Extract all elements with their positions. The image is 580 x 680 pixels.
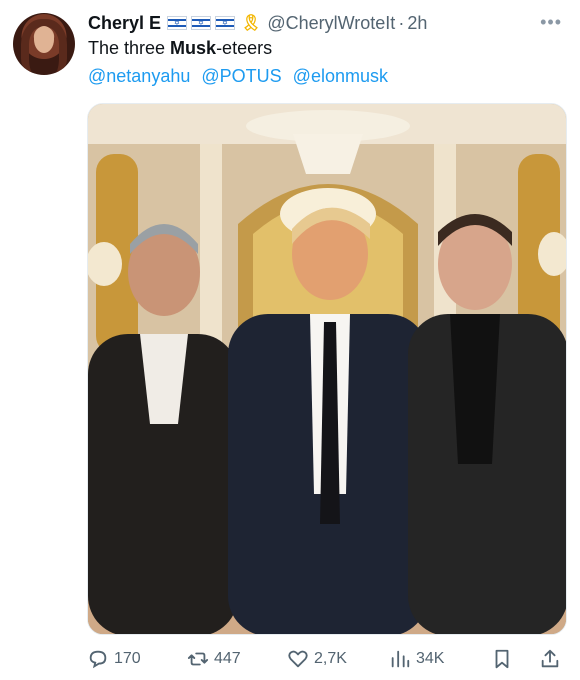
action-bar: 170 447 2,7K 34K (87, 648, 567, 674)
israel-flag-icon: ✡ (191, 16, 212, 30)
avatar-face (34, 26, 54, 53)
author-handle[interactable]: @CherylWroteIt (267, 13, 395, 34)
tweet: Cheryl E ✡ ✡ ✡ 🎗 @CherylWroteIt · 2h •••… (0, 0, 580, 680)
repost-button[interactable]: 447 (187, 648, 241, 670)
view-count: 34K (416, 650, 445, 667)
israel-flag-icon: ✡ (215, 16, 236, 30)
views-icon (391, 650, 410, 668)
timestamp[interactable]: 2h (407, 13, 427, 34)
tweet-text: The three Musk-eteers (88, 38, 272, 59)
repost-icon (187, 652, 209, 666)
tweet-text-bold: Musk (170, 38, 217, 58)
tweet-text-part: The three (88, 38, 171, 58)
more-options-icon[interactable]: ••• (540, 12, 562, 33)
author-name[interactable]: Cheryl E (88, 13, 161, 34)
bookmark-icon (495, 649, 509, 669)
photo-illustration (88, 104, 566, 634)
mention-link[interactable]: @POTUS (201, 66, 281, 86)
share-button[interactable] (539, 648, 561, 670)
tweet-photo[interactable] (87, 103, 567, 635)
separator: · (398, 12, 405, 33)
views-button[interactable]: 34K (389, 648, 444, 670)
heart-icon (288, 650, 308, 668)
like-button[interactable]: 2,7K (287, 648, 347, 670)
israel-flag-icon: ✡ (167, 16, 188, 30)
tweet-header: Cheryl E ✡ ✡ ✡ 🎗 @CherylWroteIt · 2h (88, 10, 427, 36)
flag-emojis: ✡ ✡ ✡ (167, 16, 236, 30)
reply-count: 170 (114, 650, 141, 667)
tweet-text-part: -eteers (216, 38, 273, 58)
bookmark-button[interactable] (491, 648, 513, 670)
mention-link[interactable]: @netanyahu (88, 66, 190, 86)
share-icon (541, 649, 559, 668)
avatar[interactable] (13, 13, 75, 75)
mentions: @netanyahu @POTUS @elonmusk (88, 66, 394, 87)
repost-count: 447 (214, 650, 241, 667)
mention-link[interactable]: @elonmusk (293, 66, 388, 86)
yellow-ribbon-icon: 🎗 (241, 15, 262, 32)
reply-icon (89, 650, 107, 669)
reply-button[interactable]: 170 (87, 648, 141, 670)
like-count: 2,7K (314, 650, 347, 667)
